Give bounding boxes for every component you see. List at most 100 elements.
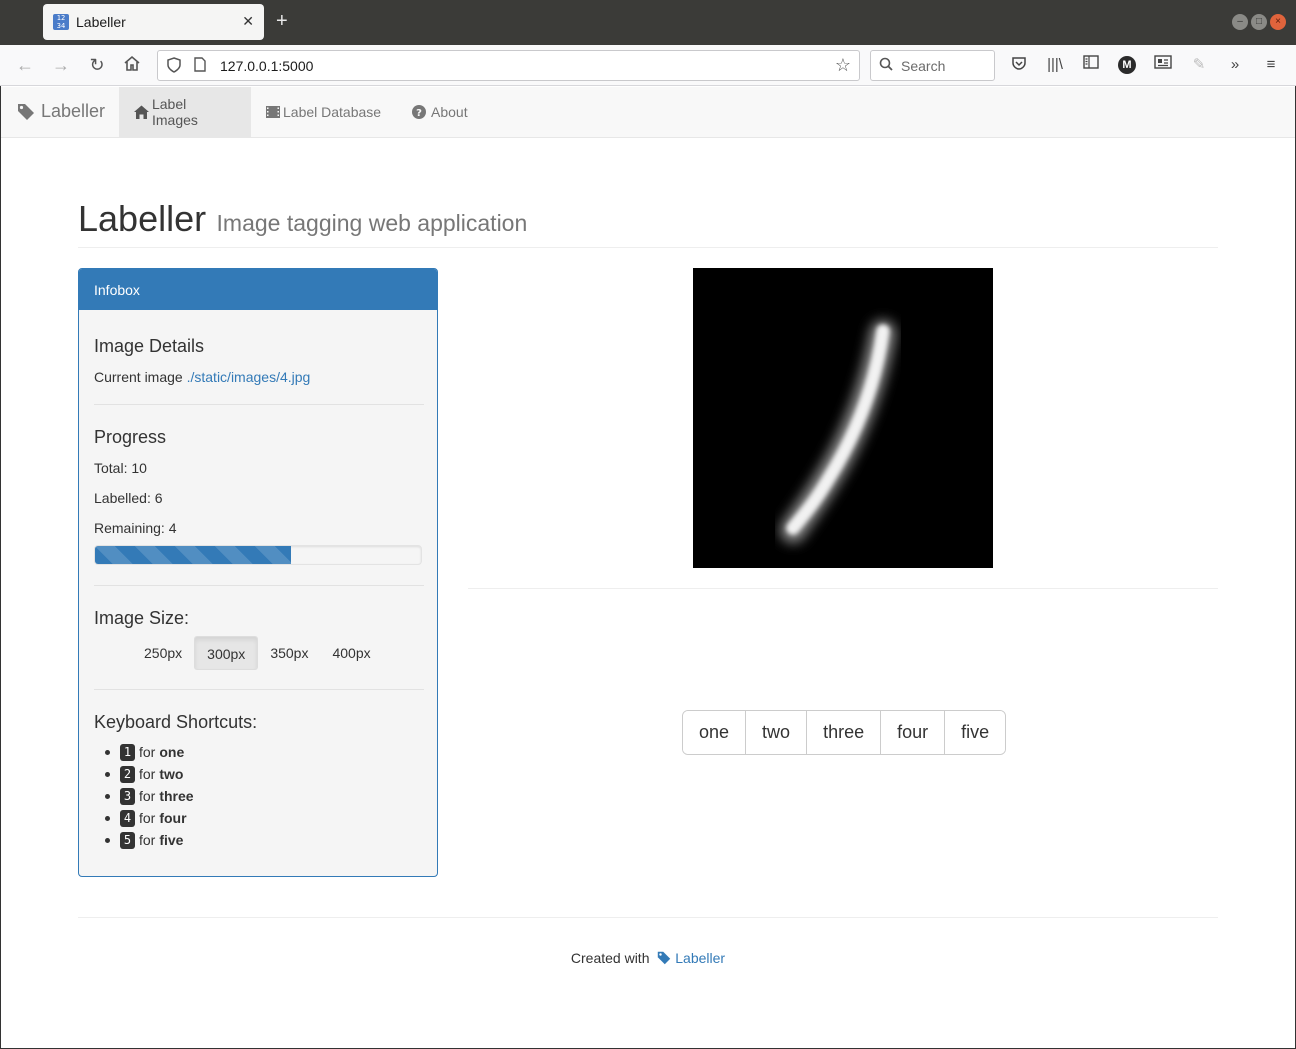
page-header: Labeller Image tagging web application (78, 198, 1218, 248)
search-placeholder: Search (901, 58, 946, 74)
progress-title: Progress (94, 427, 167, 447)
browser-tab[interactable]: 12 34 Labeller ✕ (43, 4, 264, 40)
bullet-icon (105, 749, 110, 755)
divider (94, 689, 424, 690)
library-icon[interactable]: |||\ (1045, 55, 1065, 75)
divider (468, 588, 1218, 589)
label-button-two[interactable]: two (746, 711, 808, 754)
nav-label-images[interactable]: Label Images (119, 87, 251, 137)
url-bar[interactable]: 127.0.0.1:5000 ☆ (157, 50, 860, 81)
divider (94, 585, 424, 586)
shortcut-label: one (159, 744, 185, 760)
maximize-button[interactable]: □ (1251, 14, 1267, 30)
key-badge: 2 (120, 765, 135, 783)
nav-label-database-label: Label Database (283, 104, 382, 120)
question-circle-icon: ? (412, 105, 426, 119)
tag-icon (658, 951, 671, 965)
forward-icon[interactable]: → (50, 54, 72, 76)
shortcut-item: 1 for one (105, 741, 194, 763)
new-tab-button[interactable]: + (276, 11, 288, 31)
shortcut-item: 5 for five (105, 829, 194, 851)
current-image-label: Current image (94, 369, 183, 385)
window-controls: – □ × (1232, 14, 1286, 30)
reload-icon[interactable]: ↻ (86, 54, 108, 76)
bullet-icon (105, 793, 110, 799)
key-badge: 3 (120, 787, 135, 805)
shortcut-for: for (139, 766, 156, 782)
close-tab-icon[interactable]: ✕ (242, 14, 254, 28)
shortcut-item: 4 for four (105, 807, 194, 829)
minimize-button[interactable]: – (1232, 14, 1248, 30)
label-button-three[interactable]: three (807, 711, 882, 754)
label-button-five[interactable]: five (945, 711, 1006, 754)
size-350-button[interactable]: 350px (258, 636, 320, 670)
label-button-one[interactable]: one (683, 711, 747, 754)
shield-icon[interactable] (167, 57, 181, 76)
url-text[interactable]: 127.0.0.1:5000 (220, 58, 313, 74)
image-size-group: 250px 300px 350px 400px (132, 636, 383, 670)
brand-label: Labeller (41, 101, 106, 121)
tab-title: Labeller (76, 14, 126, 30)
key-badge: 5 (120, 831, 135, 849)
browser-toolbar: ← → ↻ 127.0.0.1:5000 ☆ Search |||\ M ✎ »… (0, 45, 1296, 86)
current-image-link[interactable]: ./static/images/4.jpg (187, 369, 311, 385)
image-details-title: Image Details (94, 336, 205, 356)
bookmark-star-icon[interactable]: ☆ (835, 55, 851, 76)
infobox-panel: Infobox Image Details Current image ./st… (78, 268, 438, 877)
pencil-icon[interactable]: ✎ (1189, 55, 1209, 75)
current-image-line: Current image ./static/images/4.jpg (94, 369, 310, 385)
divider (78, 917, 1218, 918)
film-icon (266, 106, 280, 118)
search-bar[interactable]: Search (870, 50, 995, 81)
digit-image (780, 320, 896, 543)
progress-bar-fill (95, 546, 291, 564)
size-300-button[interactable]: 300px (194, 636, 259, 670)
nav-label-database[interactable]: Label Database (251, 87, 396, 137)
shortcut-for: for (139, 744, 156, 760)
shortcut-for: for (139, 832, 156, 848)
reader-icon[interactable] (1153, 55, 1173, 75)
bullet-icon (105, 837, 110, 843)
shortcut-for: for (139, 810, 156, 826)
nav-about-label: About (431, 104, 468, 120)
app-navbar: Labeller Label Images Label Database ? A… (1, 87, 1295, 138)
page-title: Labeller (78, 198, 207, 239)
shortcut-item: 2 for two (105, 763, 194, 785)
size-400-button[interactable]: 400px (320, 636, 382, 670)
search-icon (879, 57, 893, 74)
footer: Created with Labeller (0, 950, 1296, 966)
back-icon[interactable]: ← (14, 54, 36, 76)
navbar-brand[interactable]: Labeller (17, 101, 105, 122)
bullet-icon (105, 815, 110, 821)
infobox-heading: Infobox (79, 269, 437, 310)
account-icon[interactable]: M (1118, 56, 1136, 74)
menu-icon[interactable]: ≡ (1261, 55, 1281, 75)
progress-remaining: Remaining: 4 (94, 520, 177, 536)
shortcut-label: two (159, 766, 184, 782)
divider (94, 404, 424, 405)
pocket-icon[interactable] (1009, 55, 1029, 75)
shortcut-item: 3 for three (105, 785, 194, 807)
progress-total: Total: 10 (94, 460, 147, 476)
nav-label-images-label: Label Images (151, 96, 198, 128)
overflow-icon[interactable]: » (1225, 55, 1245, 75)
sidebar-icon[interactable] (1081, 55, 1101, 75)
page-subtitle: Image tagging web application (216, 210, 528, 236)
label-button-four[interactable]: four (881, 711, 946, 754)
close-window-button[interactable]: × (1270, 14, 1286, 30)
home-icon[interactable] (121, 54, 143, 76)
nav-about[interactable]: ? About (397, 87, 483, 137)
browser-tab-bar: 12 34 Labeller ✕ + – □ × (0, 0, 1296, 45)
footer-link[interactable]: Labeller (675, 950, 725, 966)
image-size-title: Image Size: (94, 608, 190, 628)
favicon-icon: 12 34 (53, 14, 69, 30)
tag-icon (18, 103, 34, 120)
progress-labelled: Labelled: 6 (94, 490, 163, 506)
home-icon (134, 105, 149, 119)
footer-text: Created with (570, 950, 650, 966)
size-250-button[interactable]: 250px (132, 636, 194, 670)
shortcut-label: three (159, 788, 194, 804)
key-badge: 1 (120, 743, 135, 761)
shortcut-label: four (159, 810, 187, 826)
label-button-group: one two three four five (682, 710, 1007, 755)
